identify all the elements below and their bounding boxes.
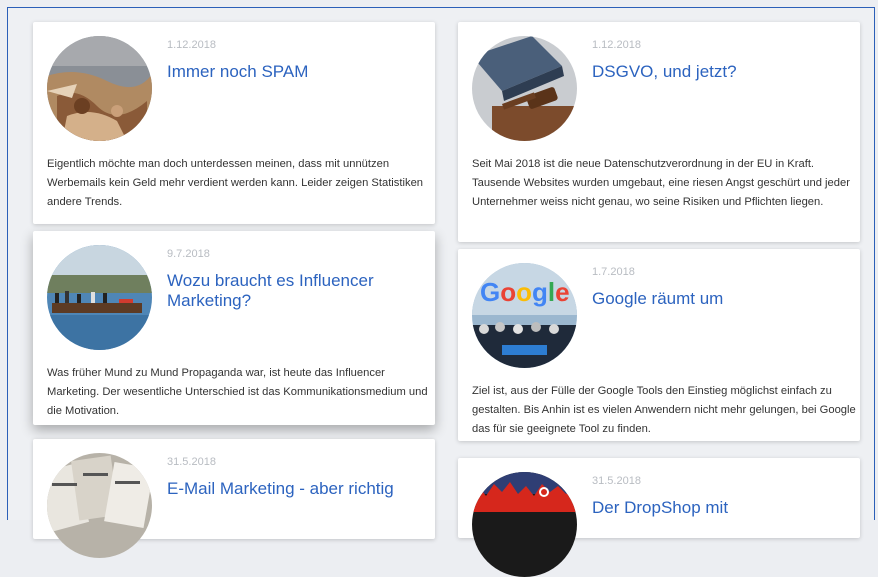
post-date: 1.12.2018: [167, 39, 216, 51]
post-title-link[interactable]: DSGVO, und jetzt?: [592, 62, 852, 82]
post-excerpt: Eigentlich möchte man doch unterdessen m…: [47, 158, 424, 208]
blog-card-influencer[interactable]: 9.7.2018 Wozu braucht es Influencer Mark…: [33, 231, 435, 425]
post-thumbnail[interactable]: [47, 36, 152, 141]
blog-card-google[interactable]: Google 1.7.2018 Google räumt um Ziel ist…: [458, 249, 860, 441]
blog-card-dropshop[interactable]: 31.5.2018 Der DropShop mit: [458, 458, 860, 577]
blog-card-spam[interactable]: 1.12.2018 Immer noch SPAM Eigentlich möc…: [33, 22, 435, 224]
post-excerpt: Seit Mai 2018 ist die neue Datenschutzve…: [472, 158, 850, 208]
newspapers-image: [47, 453, 152, 558]
post-title-link[interactable]: E-Mail Marketing - aber richtig: [167, 479, 427, 499]
post-date: 31.5.2018: [167, 456, 216, 468]
rusty-objects-image: [47, 36, 152, 141]
post-date: 1.12.2018: [592, 39, 641, 51]
blog-card-dsgvo[interactable]: 1.12.2018 DSGVO, und jetzt? Seit Mai 201…: [458, 22, 860, 242]
post-title-link[interactable]: Google räumt um: [592, 289, 852, 309]
gavel-and-books-image: [472, 36, 577, 141]
svg-text:Google: Google: [480, 277, 570, 307]
post-date: 31.5.2018: [592, 475, 641, 487]
post-title-link[interactable]: Immer noch SPAM: [167, 62, 427, 82]
blog-grid: 1.12.2018 Immer noch SPAM Eigentlich möc…: [7, 7, 875, 577]
post-thumbnail[interactable]: [472, 36, 577, 141]
blog-card-email-marketing[interactable]: 31.5.2018 E-Mail Marketing - aber richti…: [33, 439, 435, 558]
post-date: 9.7.2018: [167, 248, 210, 260]
post-thumbnail[interactable]: [47, 453, 152, 558]
post-thumbnail[interactable]: [47, 245, 152, 350]
post-thumbnail[interactable]: [472, 472, 577, 577]
post-excerpt: Was früher Mund zu Mund Propaganda war, …: [47, 367, 428, 417]
post-title-link[interactable]: Der DropShop mit: [592, 498, 852, 518]
post-thumbnail[interactable]: Google: [472, 263, 577, 368]
google-event-image: Google: [472, 263, 577, 368]
post-date: 1.7.2018: [592, 266, 635, 278]
dropshop-image: [472, 472, 577, 577]
post-excerpt: Ziel ist, aus der Fülle der Google Tools…: [472, 385, 856, 435]
post-title-link[interactable]: Wozu braucht es Influencer Marketing?: [167, 271, 427, 311]
boat-people-image: [47, 245, 152, 350]
